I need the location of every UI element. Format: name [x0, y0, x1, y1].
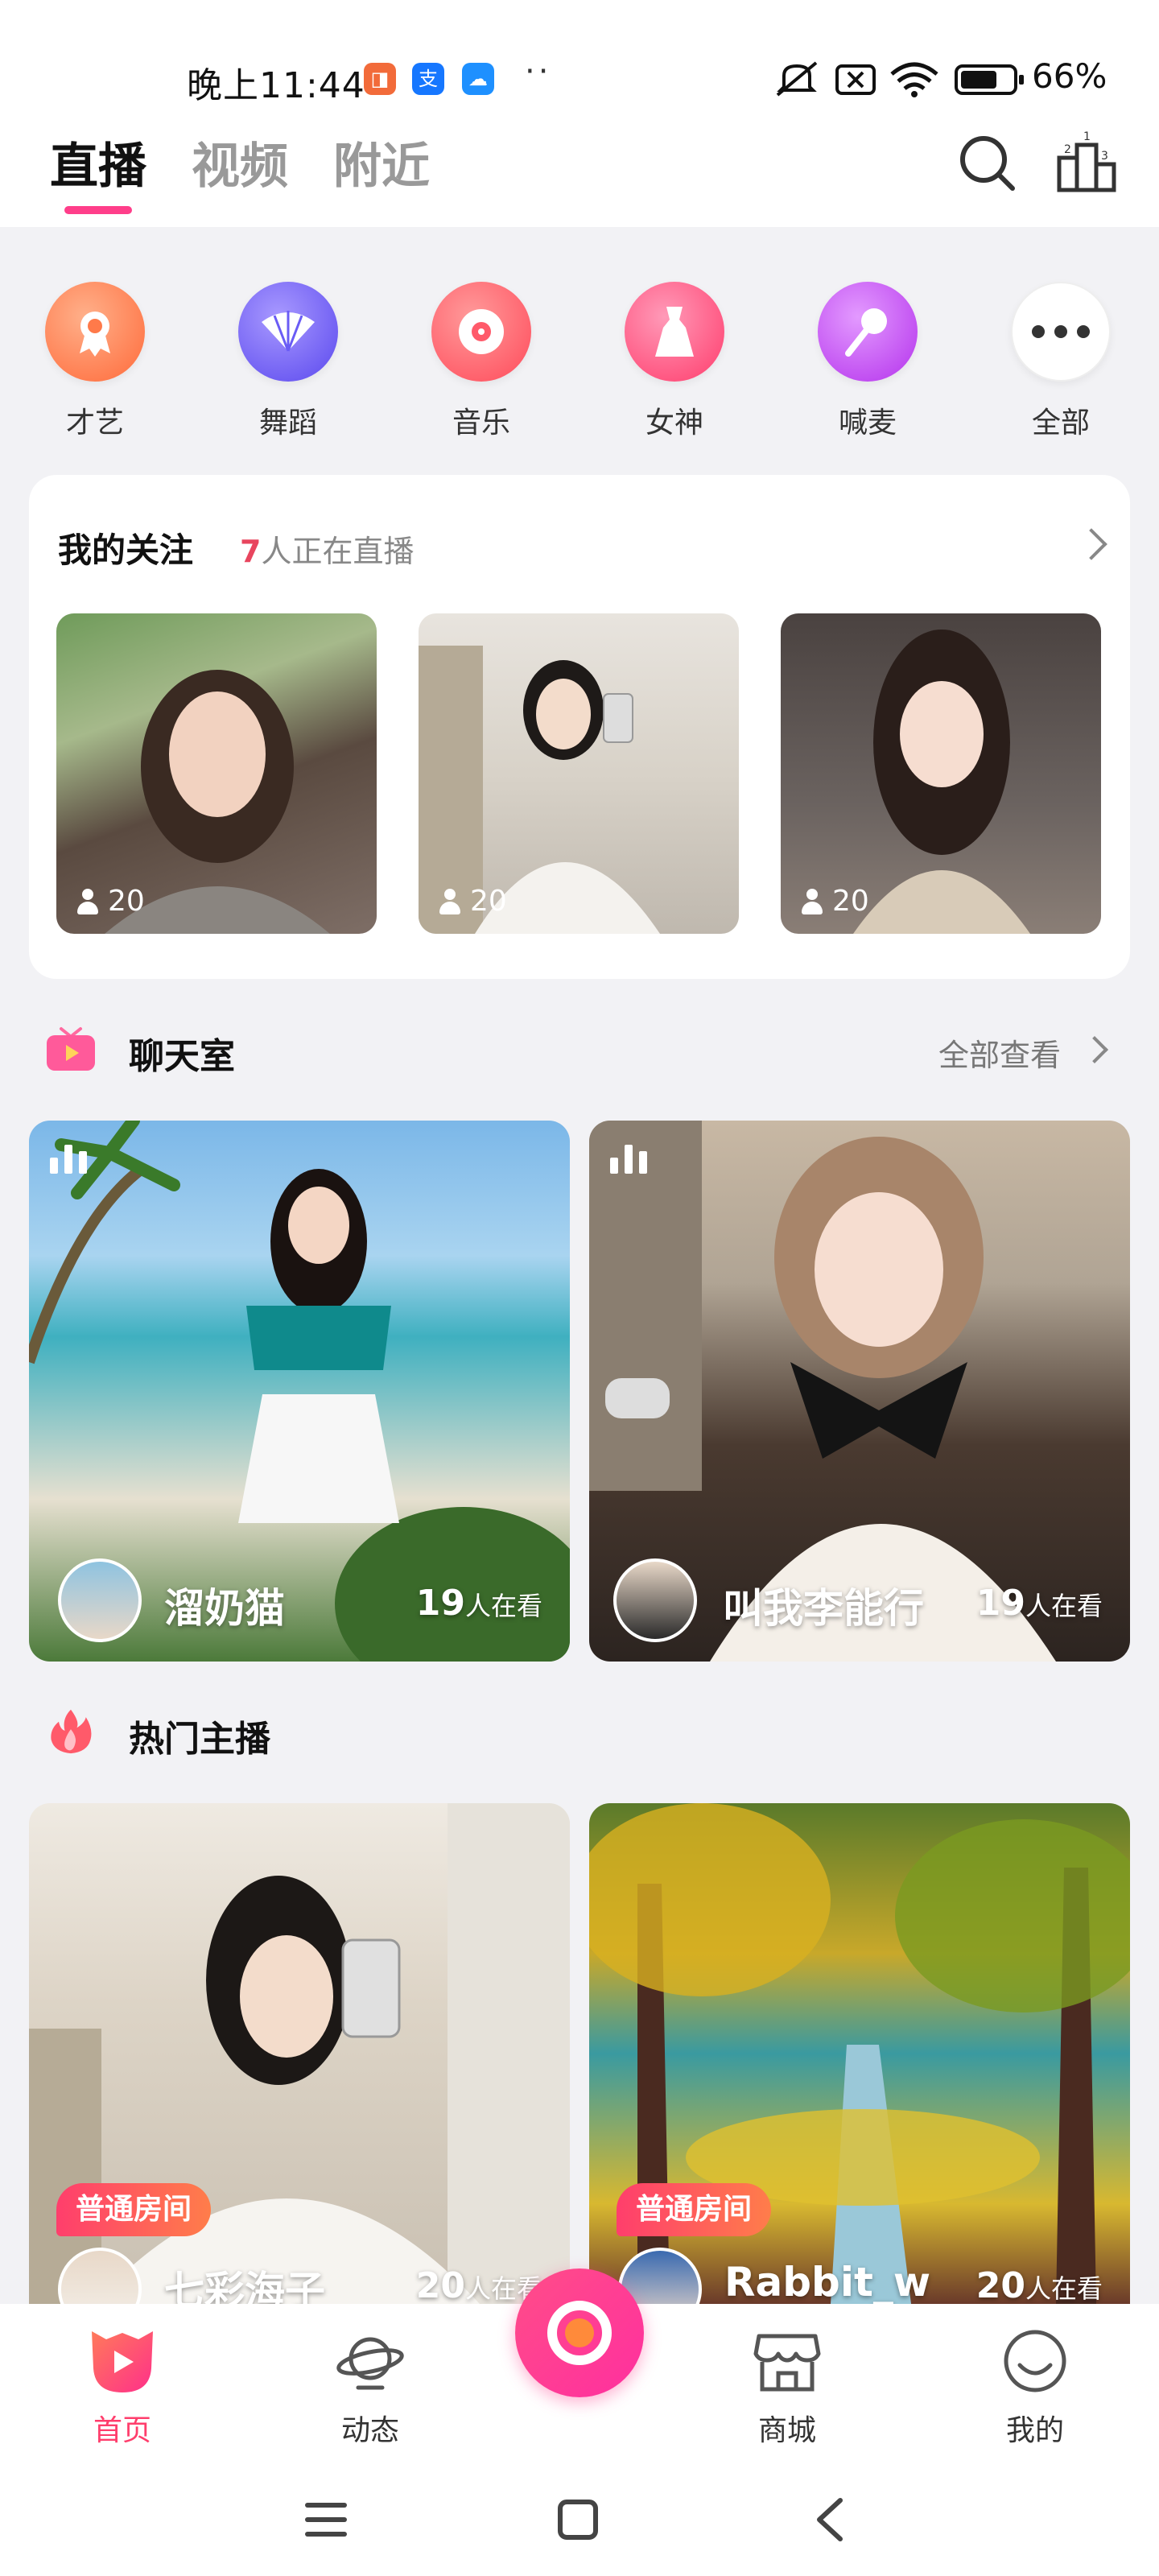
svg-text:1: 1	[1083, 130, 1091, 143]
home-icon	[92, 2331, 153, 2392]
person-icon	[438, 888, 462, 914]
microphone-icon	[818, 282, 918, 382]
room-type-badge: 普通房间	[617, 2183, 772, 2236]
category-all[interactable]: 全部	[980, 282, 1141, 441]
svg-text:2: 2	[1064, 143, 1071, 156]
category-label: 女神	[645, 407, 703, 440]
hot-anchors-title: 热门主播	[129, 1719, 270, 1760]
room-type-badge: 普通房间	[56, 2183, 212, 2236]
category-music[interactable]: 音乐	[401, 282, 562, 441]
home-square-icon[interactable]	[558, 2500, 598, 2540]
search-icon[interactable]	[955, 130, 1019, 195]
host-name: Rabbit_w	[724, 2259, 931, 2304]
hot-anchor-card[interactable]: 普通房间 Rabbit_w 20人在看	[589, 1803, 1130, 2304]
more-icon	[1011, 282, 1111, 382]
planet-icon	[336, 2337, 404, 2390]
dress-icon	[625, 282, 724, 382]
watch-count: 20人在看	[975, 2265, 1103, 2304]
avatar	[613, 1558, 697, 1642]
tab-live[interactable]: 直播	[50, 127, 146, 197]
active-tab-indicator	[64, 206, 132, 214]
category-label: 舞蹈	[258, 407, 317, 440]
alipay-icon: 支	[412, 63, 444, 95]
category-dance[interactable]: 舞蹈	[208, 282, 369, 441]
chatroom-card[interactable]: 溜奶猫 19人在看	[29, 1121, 570, 1662]
live-bars-icon	[610, 1141, 658, 1174]
category-shout-mic[interactable]: 喊麦	[787, 282, 948, 441]
host-name: 叫我李能行	[723, 1585, 924, 1632]
tv-icon	[47, 1027, 95, 1071]
record-icon	[431, 282, 531, 382]
following-stream-thumbnail[interactable]: 20	[56, 613, 377, 934]
category-label: 音乐	[452, 407, 510, 440]
back-icon[interactable]	[817, 2498, 843, 2541]
battery-percent: 66%	[1032, 56, 1107, 96]
chevron-right-icon[interactable]	[1081, 1036, 1108, 1063]
category-goddess[interactable]: 女神	[594, 282, 755, 441]
chatroom-title: 聊天室	[129, 1036, 235, 1077]
category-row: 才艺 舞蹈 音乐 女神 喊麦 全部	[0, 282, 1159, 443]
following-stream-thumbnail[interactable]: 20	[781, 613, 1101, 934]
status-bar: 晚上11:44 ◨ 支 ☁ ·· 66%	[0, 0, 1159, 106]
watch-count: 20人在看	[415, 2265, 542, 2304]
store-icon	[753, 2334, 821, 2392]
tab-nearby[interactable]: 附近	[333, 127, 430, 197]
go-live-button[interactable]	[515, 2268, 644, 2397]
chatroom-view-all[interactable]: 全部查看	[938, 1030, 1061, 1075]
category-label: 喊麦	[838, 407, 897, 440]
following-stream-thumbnail[interactable]: 20	[419, 613, 739, 934]
watch-count: 19人在看	[415, 1583, 542, 1624]
camera-icon	[547, 2301, 612, 2365]
viewer-count: 20	[438, 885, 507, 918]
watch-count: 19人在看	[975, 1583, 1103, 1624]
top-header: 晚上11:44 ◨ 支 ☁ ·· 66% 直播 视频 附近 2 1 3	[0, 0, 1159, 227]
nav-label: 动态	[340, 2414, 399, 2447]
svg-text:3: 3	[1101, 150, 1108, 163]
smile-icon	[1004, 2330, 1066, 2392]
tab-video[interactable]: 视频	[192, 127, 288, 197]
person-icon	[800, 888, 824, 914]
category-talent[interactable]: 才艺	[14, 282, 175, 441]
fan-icon	[238, 282, 338, 382]
host-name: 溜奶猫	[164, 1585, 285, 1632]
medal-icon	[45, 282, 145, 382]
category-label: 才艺	[65, 407, 124, 440]
person-icon	[76, 888, 100, 914]
menu-icon[interactable]	[305, 2503, 347, 2537]
following-live-count: 7人正在直播	[240, 534, 415, 569]
viewer-count: 20	[76, 885, 145, 918]
notification-app-icon: ◨	[364, 63, 396, 95]
fire-icon	[51, 1709, 92, 1754]
viewer-count: 20	[800, 885, 869, 918]
chatroom-header: 聊天室 全部查看	[0, 1016, 1159, 1080]
more-notifications-icon: ··	[525, 53, 552, 90]
ranking-icon[interactable]: 2 1 3	[1054, 130, 1119, 195]
cloud-icon: ☁	[462, 63, 494, 95]
no-sim-icon	[835, 64, 876, 95]
live-bars-icon	[50, 1141, 98, 1174]
category-label: 全部	[1031, 407, 1090, 440]
host-name: 七彩海子	[164, 2268, 325, 2304]
nav-label: 商城	[757, 2414, 816, 2447]
chatroom-card[interactable]: 叫我李能行 19人在看	[589, 1121, 1130, 1662]
hot-anchor-card[interactable]: 普通房间 七彩海子 20人在看	[29, 1803, 570, 2304]
following-card[interactable]: 我的关注 7人正在直播 20 20 20	[29, 475, 1130, 979]
nav-label: 首页	[93, 2414, 151, 2447]
hot-anchors-header: 热门主播	[0, 1699, 1159, 1763]
status-time: 晚上11:44	[187, 65, 365, 106]
chevron-right-icon[interactable]	[1075, 528, 1107, 560]
system-navigation-bar	[305, 2498, 843, 2541]
wifi-icon	[890, 62, 938, 97]
following-title: 我的关注	[58, 530, 194, 570]
avatar	[58, 1558, 142, 1642]
nav-label: 我的	[1005, 2414, 1064, 2447]
battery-icon	[955, 64, 1024, 95]
mute-icon	[776, 61, 818, 97]
